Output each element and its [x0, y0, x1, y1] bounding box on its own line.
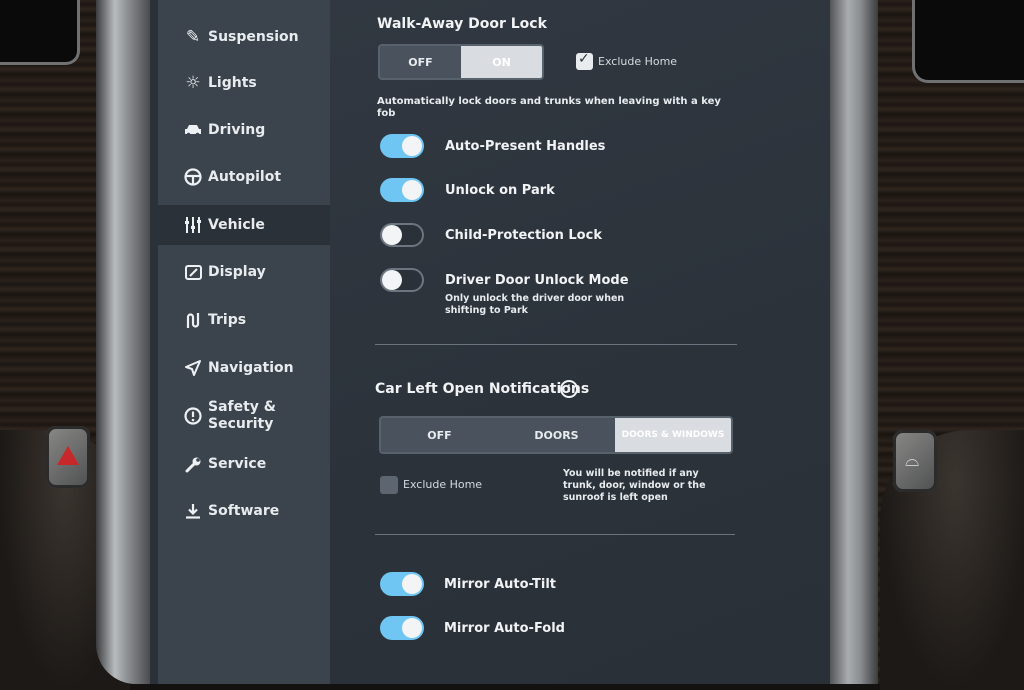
sidebar-item-software[interactable]: Software [158, 491, 330, 531]
hazard-button[interactable] [46, 426, 90, 488]
chrome-trim-left [96, 0, 150, 684]
child-protection-lock-toggle[interactable] [380, 223, 424, 247]
display-icon [182, 261, 204, 283]
mirror-auto-tilt-label: Mirror Auto-Tilt [444, 577, 557, 592]
sidebar-item-lights[interactable]: ☼ Lights [158, 63, 330, 103]
sidebar-item-navigation[interactable]: Navigation [158, 348, 330, 388]
sidebar-item-label: Safety & Security [208, 399, 277, 432]
car-left-open-doors-button[interactable]: DOORS [498, 418, 615, 452]
toggle-knob [382, 270, 402, 290]
trips-icon [182, 309, 204, 331]
car-left-open-segmented-control: OFF DOORS DOORS & WINDOWS [379, 416, 733, 454]
toggle-knob [402, 136, 422, 156]
car-icon [182, 119, 204, 141]
driver-door-unlock-label: Driver Door Unlock Mode [445, 273, 629, 288]
sidebar-item-label: Vehicle [208, 216, 265, 233]
unlock-on-park-label: Unlock on Park [445, 183, 555, 198]
sidebar-item-driving[interactable]: Driving [158, 110, 330, 150]
suspension-icon: ✎ [185, 27, 201, 47]
car-left-open-exclude-home-checkbox[interactable] [380, 476, 398, 494]
driver-door-unlock-description: Only unlock the driver door when shiftin… [445, 293, 625, 316]
walk-away-on-button[interactable]: ON [461, 46, 542, 78]
car-left-open-off-button[interactable]: OFF [381, 418, 498, 452]
chrome-trim-right [828, 0, 878, 684]
navigation-icon [182, 357, 204, 379]
vehicle-settings-panel: Walk-Away Door Lock OFF ON ✓ Exclude Hom… [330, 0, 830, 684]
sliders-icon [182, 214, 204, 236]
touchscreen: ✎ Suspension ☼ Lights Driving Autopilot … [150, 0, 830, 684]
steering-wheel-icon [182, 166, 204, 188]
section-divider [375, 534, 735, 535]
walk-away-exclude-home-label: Exclude Home [598, 55, 678, 68]
sidebar-item-label: Trips [208, 311, 247, 328]
auto-present-handles-toggle[interactable] [380, 134, 424, 158]
sidebar-item-label: Suspension [208, 28, 299, 45]
auto-present-handles-label: Auto-Present Handles [445, 139, 606, 154]
lights-icon: ☼ [185, 73, 201, 93]
sidebar-item-label: Software [208, 502, 280, 519]
air-vent-right [912, 0, 1024, 83]
walk-away-title: Walk-Away Door Lock [377, 16, 547, 32]
car-left-open-title: Car Left Open Notifications [375, 381, 590, 397]
windshield-icon: ⌓ [905, 450, 920, 471]
car-left-open-exclude-home-label: Exclude Home [403, 478, 483, 491]
child-protection-lock-label: Child-Protection Lock [445, 228, 602, 243]
toggle-knob [402, 574, 422, 594]
sidebar-item-label: Navigation [208, 359, 294, 376]
sidebar-item-vehicle[interactable]: Vehicle [158, 205, 330, 245]
walk-away-exclude-home-checkbox[interactable]: ✓ [576, 51, 593, 70]
toggle-knob [402, 618, 422, 638]
wrench-icon [182, 453, 204, 475]
mirror-auto-tilt-toggle[interactable] [380, 572, 424, 596]
car-left-open-doors-windows-button[interactable]: DOORS & WINDOWS [615, 418, 731, 452]
mirror-auto-fold-label: Mirror Auto-Fold [444, 621, 565, 636]
alert-circle-icon [182, 405, 204, 427]
air-vent-left [0, 0, 80, 65]
info-icon[interactable]: i [560, 380, 578, 398]
settings-sidebar: ✎ Suspension ☼ Lights Driving Autopilot … [158, 0, 330, 684]
driver-door-unlock-toggle[interactable] [380, 268, 424, 292]
sidebar-item-label: Driving [208, 121, 266, 138]
sidebar-item-autopilot[interactable]: Autopilot [158, 157, 330, 197]
sidebar-item-service[interactable]: Service [158, 444, 330, 484]
walk-away-off-button[interactable]: OFF [380, 46, 461, 78]
sidebar-item-trips[interactable]: Trips [158, 300, 330, 340]
checkmark-icon: ✓ [578, 51, 590, 67]
unlock-on-park-toggle[interactable] [380, 178, 424, 202]
download-icon [182, 500, 204, 522]
car-left-open-description: You will be notified if any trunk, door,… [563, 468, 706, 503]
mirror-auto-fold-toggle[interactable] [380, 616, 424, 640]
walk-away-description: Automatically lock doors and trunks when… [377, 96, 721, 119]
toggle-knob [402, 180, 422, 200]
sidebar-item-label: Lights [208, 74, 257, 91]
walk-away-segmented-control: OFF ON [378, 44, 544, 80]
hazard-icon [57, 446, 79, 465]
section-divider [375, 344, 737, 345]
sidebar-item-label: Service [208, 455, 267, 472]
windshield-button[interactable]: ⌓ [893, 430, 937, 492]
sidebar-item-label: Autopilot [208, 168, 282, 185]
toggle-knob [382, 225, 402, 245]
sidebar-item-label: Display [208, 263, 266, 280]
sidebar-item-display[interactable]: Display [158, 252, 330, 292]
sidebar-item-safety-security[interactable]: Safety & Security [158, 396, 330, 436]
sidebar-item-suspension[interactable]: ✎ Suspension [158, 17, 330, 57]
